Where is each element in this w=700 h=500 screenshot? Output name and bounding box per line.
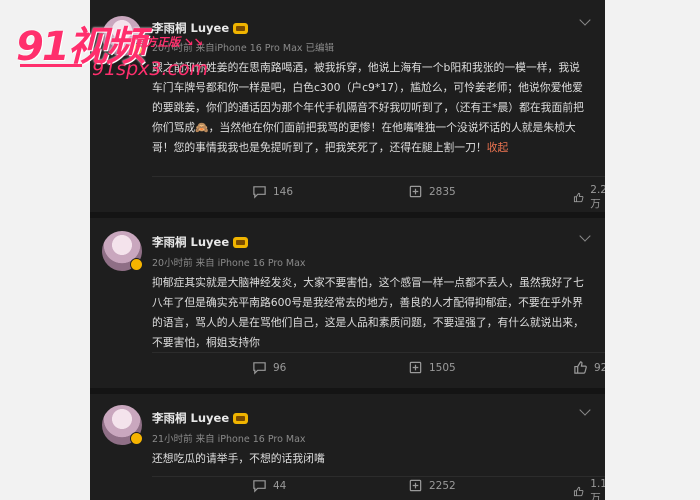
- post-meta: 20小时前 来自iPhone 16 Pro Max 已编辑: [152, 43, 335, 54]
- username-text[interactable]: 李雨桐 Luyee: [152, 234, 229, 250]
- post-meta: 20小时前 来自 iPhone 16 Pro Max: [152, 258, 306, 269]
- repost-icon: [409, 479, 422, 492]
- repost-count: 2252: [429, 479, 456, 492]
- avatar[interactable]: [102, 405, 143, 445]
- username[interactable]: 李雨桐 Luyee: [152, 20, 249, 36]
- vip-crown-icon: [233, 412, 249, 424]
- post-body: 跟之前和你姓姜的在思南路喝酒，被我拆穿，他说上海有一个b阳和我张的一模一样，我说…: [152, 61, 584, 154]
- collapse-link[interactable]: 收起: [487, 141, 509, 154]
- repost-button[interactable]: 1505: [408, 360, 456, 375]
- repost-count: 1505: [429, 361, 456, 374]
- post-text: 还想吃瓜的请举手，不想的话我闭嘴: [152, 452, 325, 465]
- chevron-down-icon[interactable]: [579, 14, 591, 26]
- username[interactable]: 李雨桐 Luyee: [152, 234, 249, 250]
- verified-badge-icon: [130, 432, 143, 445]
- username[interactable]: 李雨桐 Luyee: [152, 410, 249, 426]
- repost-icon: [409, 185, 422, 198]
- like-count: 2.2万: [590, 184, 605, 210]
- chevron-down-icon[interactable]: [579, 230, 591, 242]
- comment-count: 146: [273, 185, 294, 198]
- comment-count: 96: [273, 361, 287, 374]
- vip-crown-icon: [233, 236, 249, 248]
- comment-icon: [253, 186, 266, 199]
- like-button[interactable]: 1.1万: [573, 478, 605, 500]
- like-button[interactable]: 2.2万: [573, 184, 605, 211]
- post-card: 李雨桐 Luyee 20小时前 来自 iPhone 16 Pro Max 抑郁症…: [90, 218, 605, 388]
- comment-icon: [253, 480, 266, 493]
- username-text[interactable]: 李雨桐 Luyee: [152, 20, 229, 36]
- post-card: 李雨桐 Luyee 21小时前 来自 iPhone 16 Pro Max 还想吃…: [90, 394, 605, 500]
- username-text[interactable]: 李雨桐 Luyee: [152, 410, 229, 426]
- vip-crown-icon: [233, 22, 249, 34]
- comment-icon: [253, 362, 266, 375]
- post-card: 李雨桐 Luyee 20小时前 来自iPhone 16 Pro Max 已编辑 …: [90, 0, 605, 212]
- chevron-down-icon[interactable]: [579, 404, 591, 416]
- avatar[interactable]: [102, 231, 143, 271]
- post-text: 跟之前和你姓姜的在思南路喝酒，被我拆穿，他说上海有一个b阳和我张的一模一样，我说…: [152, 58, 585, 158]
- repost-button[interactable]: 2835: [408, 184, 456, 199]
- comment-button[interactable]: 44: [252, 478, 286, 493]
- post-actions: 146 2835 2.2万: [90, 184, 605, 210]
- watermark-underline: [20, 64, 82, 67]
- comment-button[interactable]: 146: [252, 184, 293, 199]
- thumbs-up-icon: [573, 486, 584, 497]
- divider: [152, 476, 605, 477]
- like-button[interactable]: 9280: [573, 360, 605, 375]
- post-meta: 21小时前 来自 iPhone 16 Pro Max: [152, 434, 306, 445]
- verified-badge-icon: [130, 258, 143, 271]
- verified-badge-icon: [130, 43, 143, 56]
- post-text: 抑郁症其实就是大脑神经发炎，大家不要害怕，这个感冒一样一点都不丢人，虽然我好了七…: [152, 276, 584, 349]
- post-actions: 96 1505 9280: [90, 360, 605, 380]
- divider: [152, 176, 605, 177]
- repost-button[interactable]: 2252: [408, 478, 456, 493]
- repost-count: 2835: [429, 185, 456, 198]
- repost-icon: [409, 361, 422, 374]
- thumbs-up-icon: [573, 192, 584, 203]
- weibo-feed: 李雨桐 Luyee 20小时前 来自iPhone 16 Pro Max 已编辑 …: [90, 0, 605, 500]
- avatar[interactable]: [102, 16, 143, 56]
- like-count: 9280: [594, 361, 605, 374]
- like-count: 1.1万: [590, 478, 605, 500]
- comment-count: 44: [273, 479, 287, 492]
- divider: [152, 352, 605, 353]
- thumbs-up-icon: [574, 361, 587, 374]
- comment-button[interactable]: 96: [252, 360, 286, 375]
- post-actions: 44 2252 1.1万: [90, 478, 605, 500]
